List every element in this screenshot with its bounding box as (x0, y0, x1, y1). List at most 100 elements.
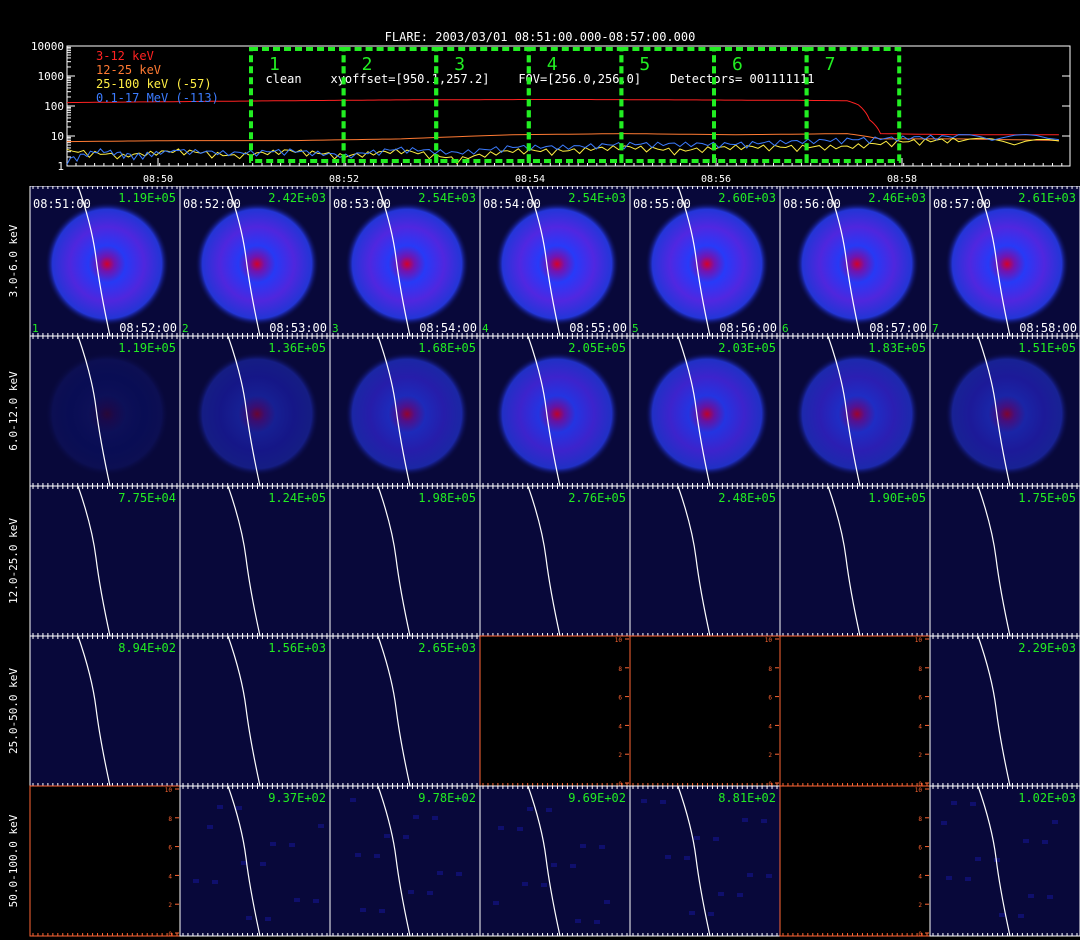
noise-speck (207, 825, 213, 829)
noise-speck (374, 854, 380, 858)
interval-box (341, 47, 439, 163)
noise-speck (546, 808, 552, 812)
noise-speck (355, 853, 361, 857)
empty-panel (779, 785, 931, 937)
energy-band-label: 12.0-25.0 keV (7, 518, 20, 604)
empty-axis-label: 6 (918, 695, 922, 702)
noise-speck (318, 824, 324, 828)
interval-box (804, 47, 902, 163)
interval-label: 7 (825, 54, 836, 75)
max-value-label: 2.60E+03 (718, 191, 776, 205)
series-line (66, 137, 1059, 165)
max-value-label: 1.24E+05 (268, 491, 326, 505)
noise-speck (294, 898, 300, 902)
noise-speck (599, 845, 605, 849)
x-tick-label: 08:50 (143, 174, 173, 185)
series-line (66, 133, 1059, 165)
interval-number-label: 6 (782, 322, 789, 335)
noise-speck (1028, 894, 1034, 898)
empty-axis-label: 2 (618, 752, 622, 759)
empty-axis-label: 2 (168, 902, 172, 909)
interval-label: 1 (269, 54, 280, 75)
source-disk (345, 202, 469, 326)
empty-axis-label: 6 (918, 845, 922, 852)
noise-speck (246, 916, 252, 920)
empty-axis-label: 10 (615, 637, 623, 644)
noise-speck (212, 880, 218, 884)
noise-speck (437, 871, 443, 875)
empty-panel (779, 635, 931, 787)
series-line (66, 133, 1059, 143)
max-value-label: 2.29E+03 (1018, 641, 1076, 655)
interval-label: 5 (639, 54, 650, 75)
noise-speck (660, 800, 666, 804)
start-time-label: 08:52:00 (183, 197, 241, 211)
start-time-label: 08:56:00 (783, 197, 841, 211)
energy-band-label: 50.0-100.0 keV (7, 814, 20, 907)
max-value-label: 2.48E+05 (718, 491, 776, 505)
y-tick-label: 1000 (38, 70, 65, 83)
source-disk (345, 352, 469, 476)
max-value-label: 2.42E+03 (268, 191, 326, 205)
noise-speck (970, 802, 976, 806)
noise-speck (432, 816, 438, 820)
noise-speck (1047, 895, 1053, 899)
max-value-label: 1.56E+03 (268, 641, 326, 655)
max-value-label: 9.37E+02 (268, 791, 326, 805)
noise-speck (641, 799, 647, 803)
noise-speck (575, 919, 581, 923)
noise-speck (684, 856, 690, 860)
max-value-label: 1.83E+05 (868, 341, 926, 355)
noise-speck (761, 819, 767, 823)
source-disk (45, 352, 169, 476)
noise-speck (403, 835, 409, 839)
legend-entry: 25-100 keV (-57) (96, 77, 212, 91)
noise-speck (493, 901, 499, 905)
empty-panel (29, 785, 181, 937)
y-tick-label: 1 (57, 160, 64, 173)
max-value-label: 1.19E+05 (118, 341, 176, 355)
noise-speck (289, 843, 295, 847)
max-value-label: 2.76E+05 (568, 491, 626, 505)
noise-speck (965, 877, 971, 881)
noise-speck (350, 798, 356, 802)
legend-entry: 0.1-17 MeV (-113) (96, 91, 219, 105)
max-value-label: 2.46E+03 (868, 191, 926, 205)
empty-axis-label: 10 (765, 637, 773, 644)
empty-axis-label: 6 (618, 695, 622, 702)
source-disk (495, 352, 619, 476)
interval-label: 2 (362, 54, 373, 75)
empty-axis-label: 10 (915, 787, 923, 794)
empty-axis-label: 8 (918, 666, 922, 673)
noise-speck (408, 890, 414, 894)
noise-speck (1052, 820, 1058, 824)
max-value-label: 1.68E+05 (418, 341, 476, 355)
max-value-label: 8.94E+02 (118, 641, 176, 655)
noise-speck (1023, 839, 1029, 843)
interval-box (249, 47, 346, 163)
interval-number-label: 2 (182, 322, 189, 335)
light-curve-chart: 1 10 100 1000 10000 08:50 08:52 08:54 08:56 08:58… (31, 40, 1071, 185)
max-value-label: 9.69E+02 (568, 791, 626, 805)
noise-speck (604, 900, 610, 904)
noise-speck (742, 818, 748, 822)
plot-frame (66, 45, 1071, 167)
end-time-label: 08:53:00 (269, 321, 327, 335)
interval-number-label: 7 (932, 322, 939, 335)
noise-speck (941, 821, 947, 825)
noise-speck (951, 801, 957, 805)
noise-speck (1018, 914, 1024, 918)
max-value-label: 1.36E+05 (268, 341, 326, 355)
noise-speck (737, 893, 743, 897)
noise-speck (517, 827, 523, 831)
noise-speck (313, 899, 319, 903)
noise-speck (665, 855, 671, 859)
start-time-label: 08:53:00 (333, 197, 391, 211)
max-value-label: 7.75E+04 (118, 491, 176, 505)
noise-speck (427, 891, 433, 895)
interval-number-label: 4 (482, 322, 489, 335)
empty-axis-label: 4 (768, 723, 772, 730)
interval-number-label: 3 (332, 322, 339, 335)
max-value-label: 1.75E+05 (1018, 491, 1076, 505)
noise-speck (498, 826, 504, 830)
